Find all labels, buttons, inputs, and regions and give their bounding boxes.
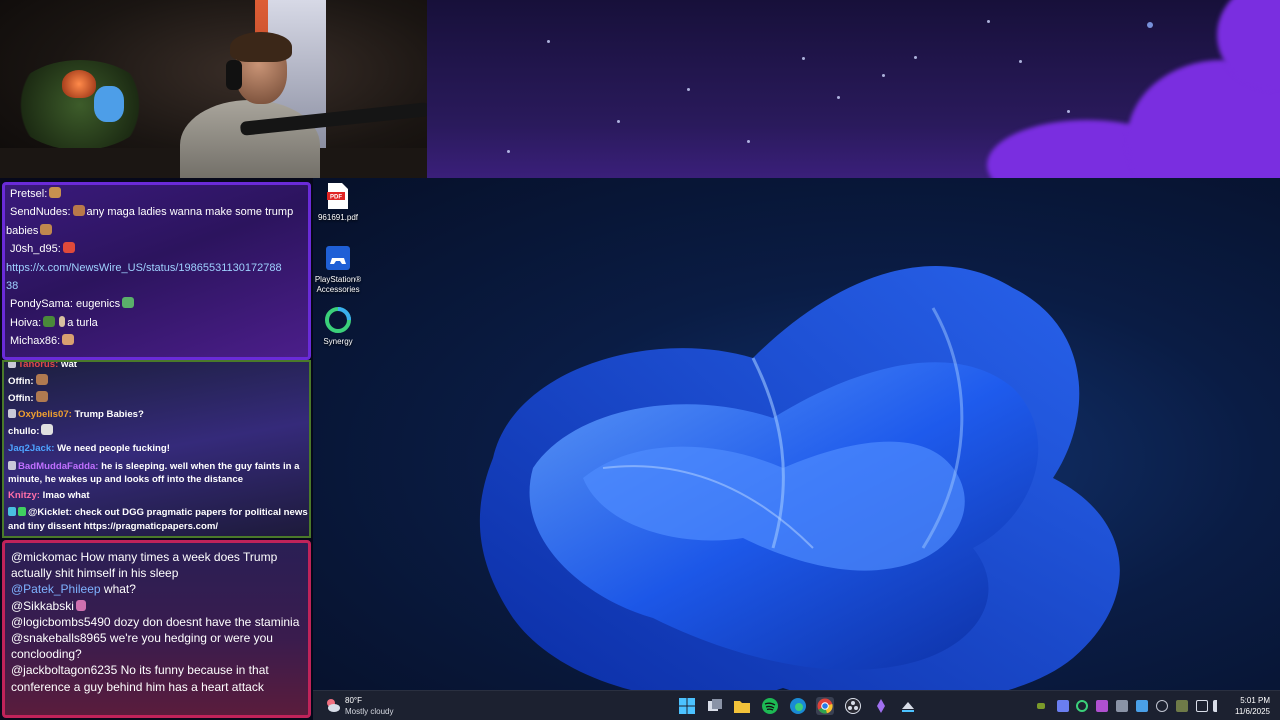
chat-message: @mickomac How many times a week does Tru…	[11, 550, 278, 581]
steam-icon[interactable]	[899, 697, 917, 715]
chat-message: Offin:	[4, 373, 309, 391]
chat-message: @logicbombs5490 dozy don doesnt have the…	[11, 614, 300, 629]
steam-tray-icon[interactable]	[1116, 700, 1128, 712]
weather-description: Mostly cloudy	[345, 707, 394, 716]
starry-banner	[427, 0, 1280, 178]
chat-message: Jaq2Jack: We need people fucking!	[8, 442, 170, 454]
tray-app-icon[interactable]	[1057, 700, 1069, 712]
webcam-feed	[0, 0, 427, 178]
chat-panel-middle[interactable]: Tanorus: wat Offin: Offin: Oxybelis07: T…	[2, 360, 311, 538]
weather-temperature: 80°F	[345, 696, 362, 705]
chat-message: babies	[5, 222, 308, 240]
playstation-icon	[326, 246, 350, 270]
svg-text:PDF: PDF	[330, 195, 342, 201]
tray-app-icon[interactable]	[1136, 700, 1148, 712]
desktop-icon-synergy[interactable]: Synergy	[313, 306, 366, 347]
desktop-icon-pdf[interactable]: PDF 961691.pdf	[313, 182, 366, 223]
task-view-icon[interactable]	[706, 697, 724, 715]
chat-message: Hoiva: a turla	[10, 315, 98, 329]
chat-message: @Patek_Phileep what?	[11, 582, 136, 597]
tray-arrow-icon[interactable]	[1037, 703, 1045, 709]
chat-message: Knitzy: lmao what	[8, 489, 90, 501]
pdf-file-icon: PDF	[327, 183, 348, 209]
spotify-icon[interactable]	[761, 697, 779, 715]
network-icon[interactable]	[1196, 700, 1208, 712]
tray-app-icon[interactable]	[1156, 700, 1168, 712]
lamp-image	[62, 70, 96, 98]
synergy-tray-icon[interactable]	[1076, 700, 1088, 712]
chat-message: BadMuddaFadda: he is sleeping. well when…	[8, 460, 300, 486]
chat-message: @snakeballs8965 we're you hedging or wer…	[11, 631, 273, 662]
obs-icon[interactable]	[844, 697, 862, 715]
chat-message: Michax86:	[5, 332, 308, 350]
screen: PDF 961691.pdf PlayStation® Accessories …	[0, 0, 1280, 720]
figurine-image	[94, 86, 124, 122]
tray-app-icon[interactable]	[1176, 700, 1188, 712]
chat-message: @Kicklet: check out DGG pragmatic papers…	[8, 507, 308, 532]
chat-message: Tanorus: wat	[4, 362, 309, 374]
app-icon[interactable]	[872, 697, 890, 715]
synergy-icon	[325, 307, 351, 333]
desktop-icon-label: 961691.pdf	[317, 213, 359, 222]
desktop-wallpaper: PDF 961691.pdf PlayStation® Accessories …	[313, 178, 1280, 690]
chat-panel-top[interactable]: Pretsel: SendNudes: any maga ladies wanna…	[2, 182, 311, 360]
chat-message: Offin:	[4, 390, 309, 408]
chrome-icon[interactable]	[816, 697, 834, 715]
chat-message: @Sikkabski	[5, 598, 308, 614]
chat-message: chullo:	[4, 424, 309, 441]
desktop-icon-playstation[interactable]: PlayStation® Accessories	[313, 244, 366, 295]
chat-message: Oxybelis07: Trump Babies?	[4, 407, 309, 424]
tray-app-icon[interactable]	[1096, 700, 1108, 712]
wallpaper-bloom	[479, 266, 1120, 690]
chat-link[interactable]: https://x.com/NewsWire_US/status/1986553…	[5, 259, 308, 277]
system-clock[interactable]: 5:01 PM 11/6/2025	[1235, 695, 1270, 717]
chat-message: Pretsel:	[5, 185, 308, 203]
chat-panel-bottom[interactable]: @mickomac How many times a week does Tru…	[2, 540, 311, 718]
weather-cloud-icon	[327, 699, 340, 712]
taskbar: 80°F Mostly cloudy 5:01 PM 11/6/2025	[313, 690, 1280, 720]
clock-time: 5:01 PM	[1240, 696, 1270, 705]
chat-message: J0sh_d95:	[5, 240, 308, 258]
windows-start-icon[interactable]	[678, 697, 696, 715]
chat-link[interactable]: 38	[5, 277, 308, 295]
desktop-icon-label: Synergy	[323, 337, 353, 346]
chat-message: @jackboltagon6235 No its funny because i…	[11, 663, 269, 694]
volume-icon[interactable]	[1213, 700, 1223, 712]
desktop-icon-label: PlayStation® Accessories	[314, 275, 362, 294]
chat-message: SendNudes: any maga ladies wanna make som…	[10, 205, 294, 219]
streamer-image	[160, 30, 320, 178]
clock-date: 11/6/2025	[1235, 707, 1270, 716]
edge-icon[interactable]	[789, 697, 807, 715]
chat-message: PondySama: eugenics	[5, 295, 308, 313]
file-explorer-icon[interactable]	[733, 697, 751, 715]
